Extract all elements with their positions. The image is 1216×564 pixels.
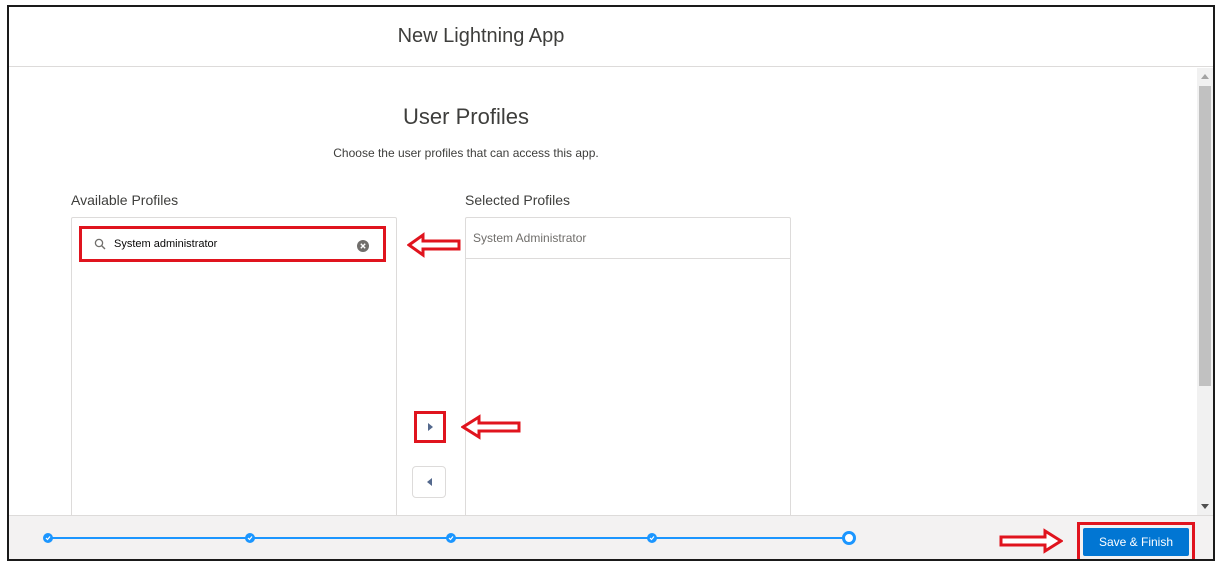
annotation-arrow-right-icon: [999, 528, 1063, 554]
page-description: Choose the user profiles that can access…: [333, 146, 599, 160]
modal-footer: Save & Finish: [9, 515, 1213, 559]
selected-profiles-label: Selected Profiles: [465, 192, 571, 208]
move-to-available-button[interactable]: [412, 466, 446, 498]
search-icon: [94, 238, 106, 250]
check-icon: [448, 536, 454, 541]
scroll-down-icon[interactable]: [1201, 504, 1209, 509]
right-triangle-icon: [427, 423, 433, 431]
scroll-up-icon[interactable]: [1201, 74, 1209, 79]
progress-step-completed[interactable]: [446, 533, 456, 543]
modal-header: New Lightning App: [9, 7, 1213, 67]
check-icon: [45, 536, 51, 541]
vertical-scrollbar[interactable]: [1197, 68, 1213, 515]
check-icon: [649, 536, 655, 541]
available-profiles-label: Available Profiles: [71, 192, 179, 208]
selected-profiles-list[interactable]: [465, 217, 791, 515]
scroll-thumb[interactable]: [1199, 86, 1211, 386]
profile-search-input[interactable]: [114, 238, 344, 250]
progress-step-completed[interactable]: [245, 533, 255, 543]
modal-body: User Profiles Choose the user profiles t…: [9, 68, 1197, 515]
move-to-selected-button[interactable]: [414, 411, 446, 443]
left-triangle-icon: [426, 478, 432, 486]
modal-title: New Lightning App: [397, 25, 565, 47]
profile-search-box[interactable]: [79, 226, 386, 262]
annotation-arrow-left-icon: [407, 232, 461, 258]
progress-step-current[interactable]: [842, 531, 856, 545]
save-finish-button[interactable]: Save & Finish: [1083, 528, 1189, 556]
page-title: User Profiles: [403, 104, 529, 129]
save-finish-highlight: Save & Finish: [1077, 522, 1195, 559]
check-icon: [247, 536, 253, 541]
selected-profile-option[interactable]: System Administrator: [466, 218, 790, 259]
clear-search-icon[interactable]: [357, 239, 369, 252]
progress-step-completed[interactable]: [43, 533, 53, 543]
progress-track: [45, 537, 845, 539]
modal: New Lightning App User Profiles Choose t…: [7, 5, 1215, 561]
annotation-arrow-left-icon: [461, 414, 521, 440]
progress-step-completed[interactable]: [647, 533, 657, 543]
